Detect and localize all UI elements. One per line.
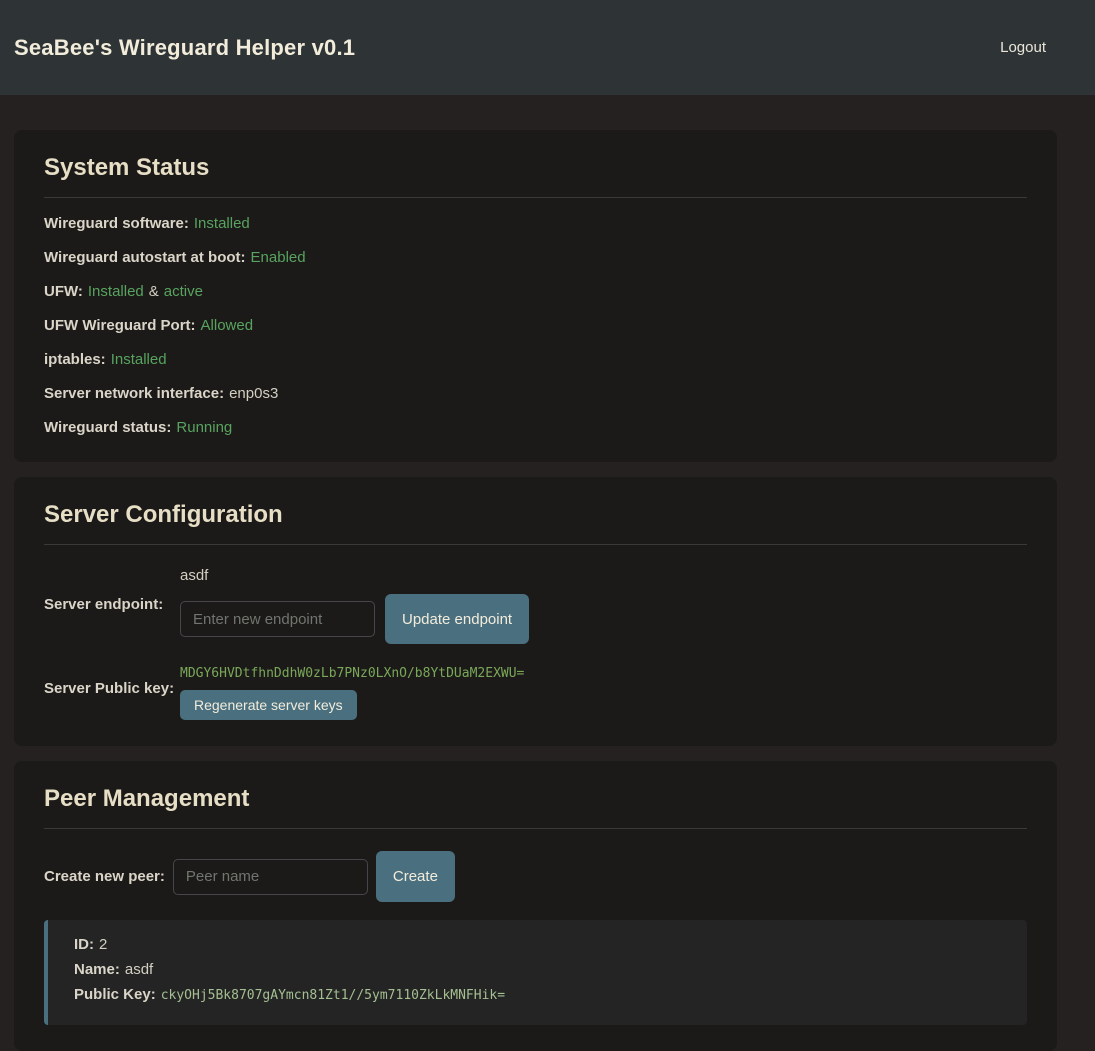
peer-management-title: Peer Management xyxy=(44,785,1027,813)
status-row-wireguard-status: Wireguard status: Running xyxy=(44,419,1027,436)
status-row-network-interface: Server network interface: enp0s3 xyxy=(44,385,1027,402)
status-value: Installed xyxy=(88,283,144,300)
section-divider xyxy=(44,197,1027,198)
peer-id-line: ID: 2 xyxy=(74,936,1001,953)
status-row-iptables: iptables: Installed xyxy=(44,351,1027,368)
logout-link[interactable]: Logout xyxy=(1000,39,1046,56)
peer-name-line: Name: asdf xyxy=(74,961,1001,978)
section-divider xyxy=(44,828,1027,829)
status-value: Allowed xyxy=(201,317,254,334)
system-status-card: System Status Wireguard software: Install… xyxy=(14,130,1057,462)
status-value: Installed xyxy=(111,351,167,368)
peer-management-card: Peer Management Create new peer: Create … xyxy=(14,761,1057,1051)
main-content: System Status Wireguard software: Install… xyxy=(0,95,1095,1051)
status-label: UFW Wireguard Port: xyxy=(44,317,196,334)
status-label: Wireguard software: xyxy=(44,215,189,232)
status-row-ufw-port: UFW Wireguard Port: Allowed xyxy=(44,317,1027,334)
peer-public-key-value: ckyOHj5Bk8707gAYmcn81Zt1//5ym7110ZkLkMNF… xyxy=(161,988,505,1003)
system-status-title: System Status xyxy=(44,154,1027,182)
peer-list-item: ID: 2 Name: asdf Public Key: ckyOHj5Bk8707g… xyxy=(44,920,1027,1025)
status-row-wireguard-software: Wireguard software: Installed xyxy=(44,215,1027,232)
endpoint-input[interactable] xyxy=(180,601,375,637)
server-public-key-row: Server Public key: MDGY6HVDtfhnDdhW0zLb7… xyxy=(44,666,1027,720)
server-configuration-title: Server Configuration xyxy=(44,501,1027,529)
create-peer-button[interactable]: Create xyxy=(376,851,455,902)
status-label: Wireguard autostart at boot: xyxy=(44,249,246,266)
status-label: Wireguard status: xyxy=(44,419,171,436)
section-divider xyxy=(44,544,1027,545)
status-value: Installed xyxy=(194,215,250,232)
status-label: iptables: xyxy=(44,351,106,368)
peer-name-input[interactable] xyxy=(173,859,368,895)
status-value: Enabled xyxy=(251,249,306,266)
create-peer-row: Create new peer: Create xyxy=(44,851,1027,902)
server-endpoint-label: Server endpoint: xyxy=(44,596,180,644)
page-title: SeaBee's Wireguard Helper v0.1 xyxy=(14,35,355,61)
server-public-key-label: Server Public key: xyxy=(44,680,180,720)
status-value: enp0s3 xyxy=(229,385,278,402)
peer-id-value: 2 xyxy=(99,936,107,953)
update-endpoint-button[interactable]: Update endpoint xyxy=(385,594,529,644)
server-endpoint-current-value: asdf xyxy=(180,567,529,584)
server-public-key-value: MDGY6HVDtfhnDdhW0zLb7PNz0LXnO/b8YtDUaM2E… xyxy=(180,666,524,681)
status-separator: & xyxy=(149,283,159,300)
create-peer-label: Create new peer: xyxy=(44,868,165,885)
peer-id-label: ID: xyxy=(74,936,94,953)
status-label: UFW: xyxy=(44,283,83,300)
status-row-ufw: UFW: Installed&active xyxy=(44,283,1027,300)
peer-public-key-label: Public Key: xyxy=(74,986,156,1003)
status-value: Running xyxy=(176,419,232,436)
server-endpoint-row: Server endpoint: asdf Update endpoint xyxy=(44,567,1027,644)
status-row-autostart: Wireguard autostart at boot: Enabled xyxy=(44,249,1027,266)
server-public-key-group: MDGY6HVDtfhnDdhW0zLb7PNz0LXnO/b8YtDUaM2E… xyxy=(180,666,524,720)
peer-name-label: Name: xyxy=(74,961,120,978)
peer-name-value: asdf xyxy=(125,961,153,978)
server-endpoint-group: asdf Update endpoint xyxy=(180,567,529,644)
regenerate-server-keys-button[interactable]: Regenerate server keys xyxy=(180,690,357,720)
server-configuration-card: Server Configuration Server endpoint: as… xyxy=(14,477,1057,746)
status-label: Server network interface: xyxy=(44,385,224,402)
app-header: SeaBee's Wireguard Helper v0.1 Logout xyxy=(0,0,1095,95)
status-value-2: active xyxy=(164,283,203,300)
peer-public-key-line: Public Key: ckyOHj5Bk8707gAYmcn81Zt1//5ym… xyxy=(74,986,1001,1003)
